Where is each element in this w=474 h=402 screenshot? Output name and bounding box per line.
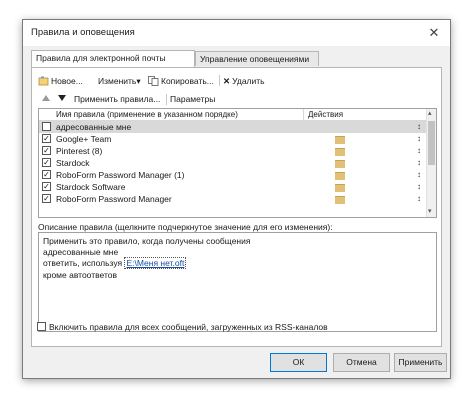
change-rule-button[interactable]: Изменить▾: [98, 74, 141, 88]
rule-checkbox[interactable]: ✓: [42, 182, 51, 191]
move-to-folder-icon: [335, 172, 345, 180]
rss-checkbox[interactable]: [37, 322, 46, 331]
rule-checkbox[interactable]: ✓: [42, 194, 51, 203]
move-down-icon[interactable]: [58, 95, 66, 101]
scroll-up-icon[interactable]: ▴: [428, 110, 432, 118]
rule-checkbox[interactable]: ✓: [42, 158, 51, 167]
column-divider: [303, 109, 304, 120]
tab-email-rules[interactable]: Правила для электронной почты: [31, 50, 195, 67]
rule-checkbox[interactable]: [42, 122, 51, 131]
move-to-folder-icon: [335, 148, 345, 156]
rule-row[interactable]: ✓ RoboForm Password Manager (1) ↕: [39, 169, 429, 181]
rules-scrollbar[interactable]: ▴ ▾: [426, 109, 436, 217]
rule-name: RoboForm Password Manager (1): [56, 170, 185, 180]
apply-rules-button[interactable]: Применить правила...: [74, 92, 160, 106]
rule-name: Pinterest (8): [56, 146, 103, 156]
rule-name: Stardock Software: [56, 182, 126, 192]
rss-label: Включить правила для всех сообщений, заг…: [49, 322, 328, 332]
move-to-folder-icon: [335, 184, 345, 192]
rule-name: Stardock: [56, 158, 90, 168]
rule-row[interactable]: ✓ RoboForm Password Manager ↕: [39, 193, 429, 205]
rules-list: Имя правила (применение в указанном поря…: [38, 108, 437, 218]
rule-row[interactable]: ✓ Google+ Team ↕: [39, 133, 429, 145]
description-condition: Применить это правило, когда получены со…: [43, 236, 251, 246]
options-button[interactable]: Параметры: [170, 92, 215, 106]
description-action: ответить, используя E:\Меня нет.oft: [43, 257, 187, 269]
toolbar-divider: [166, 94, 167, 105]
description-condition-value: адресованные мне: [43, 247, 119, 257]
new-rule-icon: [38, 76, 49, 86]
move-up-icon[interactable]: [42, 95, 50, 101]
actions-column-header[interactable]: Действия: [308, 109, 343, 120]
description-action-text: ответить, используя: [43, 258, 123, 268]
move-to-folder-icon: [335, 160, 345, 168]
delete-rule-button[interactable]: ✕ Удалить: [223, 74, 265, 88]
description-label: Описание правила (щелкните подчеркнутое …: [38, 222, 333, 232]
rules-list-header: Имя правила (применение в указанном поря…: [39, 109, 436, 121]
copy-icon: [148, 76, 159, 86]
rule-row[interactable]: ✓ Stardock Software ↕: [39, 181, 429, 193]
move-to-folder-icon: [335, 136, 345, 144]
toolbar-divider: [219, 75, 220, 86]
description-exception: кроме автоответов: [43, 270, 118, 280]
ok-button[interactable]: ОК: [270, 353, 327, 372]
apply-button[interactable]: Применить: [394, 353, 447, 372]
rule-checkbox[interactable]: ✓: [42, 134, 51, 143]
scroll-down-icon[interactable]: ▾: [428, 208, 432, 216]
cancel-button[interactable]: Отмена: [333, 353, 390, 372]
copy-rule-button[interactable]: Копировать...: [148, 74, 214, 88]
move-to-folder-icon: [335, 196, 345, 204]
rule-checkbox[interactable]: ✓: [42, 146, 51, 155]
rule-row[interactable]: ✓ Stardock ↕: [39, 157, 429, 169]
rule-checkbox[interactable]: ✓: [42, 170, 51, 179]
dialog-title: Правила и оповещения: [31, 27, 135, 38]
title-bar: Правила и оповещения ✕: [23, 20, 450, 46]
rule-name: адресованные мне: [56, 122, 132, 132]
copy-rule-label: Копировать...: [161, 76, 214, 86]
tab-manage-alerts[interactable]: Управление оповещениями: [195, 51, 319, 66]
template-link[interactable]: E:\Меня нет.oft: [124, 257, 187, 269]
close-icon[interactable]: ✕: [424, 23, 444, 43]
rule-row[interactable]: адресованные мне ↕: [39, 121, 429, 133]
rule-row[interactable]: ✓ Pinterest (8) ↕: [39, 145, 429, 157]
rule-name: Google+ Team: [56, 134, 112, 144]
change-rule-label: Изменить: [98, 76, 137, 86]
new-rule-button[interactable]: Новое...: [38, 74, 83, 88]
rule-name: RoboForm Password Manager: [56, 194, 172, 204]
delete-icon: ✕: [223, 76, 231, 86]
rules-panel: Новое... Изменить▾ Копировать... ✕ Удалит…: [31, 67, 442, 347]
new-rule-label: Новое...: [51, 76, 83, 86]
chevron-down-icon: ▾: [136, 76, 141, 86]
rule-name-column-header[interactable]: Имя правила (применение в указанном поря…: [56, 109, 238, 120]
rule-description-box: Применить это правило, когда получены со…: [38, 232, 437, 332]
delete-rule-label: Удалить: [232, 76, 265, 86]
scrollbar-thumb[interactable]: [428, 121, 435, 165]
rules-and-alerts-dialog: Правила и оповещения ✕ Правила для элект…: [22, 19, 451, 379]
